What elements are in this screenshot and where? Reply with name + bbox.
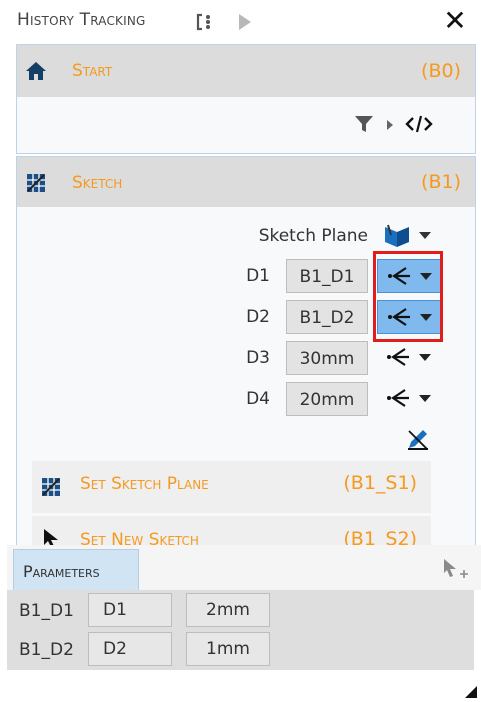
edit-pen-icon[interactable] bbox=[405, 426, 431, 452]
sub-item-set-new-sketch[interactable]: Set New Sketch (B1_S2) bbox=[32, 516, 431, 546]
param-dim-field[interactable]: D1 bbox=[88, 593, 172, 627]
expand-arrow-icon[interactable] bbox=[384, 117, 396, 131]
start-panel-header[interactable]: Start (B0) bbox=[17, 45, 475, 97]
close-icon[interactable]: ✕ bbox=[440, 6, 470, 36]
param-value-field[interactable]: 2mm bbox=[186, 593, 270, 627]
dimension-value-d4[interactable]: 20mm bbox=[286, 382, 368, 416]
dimension-label-d4: D4 bbox=[246, 389, 270, 409]
panel-header: History Tracking ✕ bbox=[0, 0, 481, 44]
select-cursor-icon[interactable] bbox=[441, 557, 469, 583]
refresh-cycle-icon[interactable] bbox=[193, 10, 217, 34]
sub-item-name: Set New Sketch bbox=[80, 530, 199, 546]
parameters-panel: Parameters B1_D1 D1 2mm B1_D2 D2 1mm bbox=[7, 545, 481, 702]
sub-item-set-sketch-plane[interactable]: Set Sketch Plane (B1_S1) bbox=[32, 461, 431, 513]
sketch-grid-icon bbox=[25, 172, 47, 194]
param-name: B1_D1 bbox=[19, 601, 74, 621]
play-icon[interactable] bbox=[233, 10, 257, 34]
dimension-ref-button-d4[interactable] bbox=[377, 382, 441, 416]
start-panel-name: Start bbox=[72, 61, 113, 81]
selection-highlight-frame bbox=[373, 251, 443, 342]
sketch-panel-code: (B1) bbox=[421, 171, 461, 193]
sketch-panel-header[interactable]: Sketch (B1) bbox=[17, 157, 475, 207]
sketch-grid-icon bbox=[40, 476, 62, 498]
sub-item-code: (B1_S2) bbox=[343, 528, 417, 546]
dimension-label-d2: D2 bbox=[246, 307, 270, 327]
dimension-value-d3[interactable]: 30mm bbox=[286, 341, 368, 375]
dimension-value-d2[interactable]: B1_D2 bbox=[286, 300, 368, 334]
tab-parameters[interactable]: Parameters bbox=[13, 549, 139, 590]
dimension-label-d3: D3 bbox=[246, 348, 270, 368]
sketch-panel-name: Sketch bbox=[72, 173, 123, 193]
filter-icon[interactable] bbox=[353, 113, 375, 135]
parameters-tabbar: Parameters bbox=[7, 545, 481, 590]
cursor-icon bbox=[42, 528, 60, 546]
sub-item-name: Set Sketch Plane bbox=[80, 474, 209, 494]
code-icon[interactable] bbox=[405, 113, 433, 135]
sketch-plane-label: Sketch Plane bbox=[258, 226, 368, 246]
dimension-label-d1: D1 bbox=[246, 266, 270, 286]
dimension-ref-button-d3[interactable] bbox=[377, 341, 441, 375]
panel-title: History Tracking bbox=[17, 10, 146, 30]
start-panel-code: (B0) bbox=[421, 60, 461, 82]
resize-grip-icon[interactable] bbox=[465, 683, 477, 698]
param-name: B1_D2 bbox=[19, 640, 74, 660]
param-dim-field[interactable]: D2 bbox=[88, 632, 172, 666]
param-value-field[interactable]: 1mm bbox=[186, 632, 270, 666]
start-panel: Start (B0) bbox=[16, 44, 476, 154]
home-icon bbox=[25, 60, 47, 82]
sub-item-code: (B1_S1) bbox=[343, 472, 417, 494]
tab-parameters-label: Parameters bbox=[23, 562, 100, 581]
dimension-value-d1[interactable]: B1_D1 bbox=[286, 259, 368, 293]
parameters-table: B1_D1 D1 2mm B1_D2 D2 1mm bbox=[7, 590, 474, 670]
sketch-plane-selector[interactable] bbox=[383, 223, 435, 249]
